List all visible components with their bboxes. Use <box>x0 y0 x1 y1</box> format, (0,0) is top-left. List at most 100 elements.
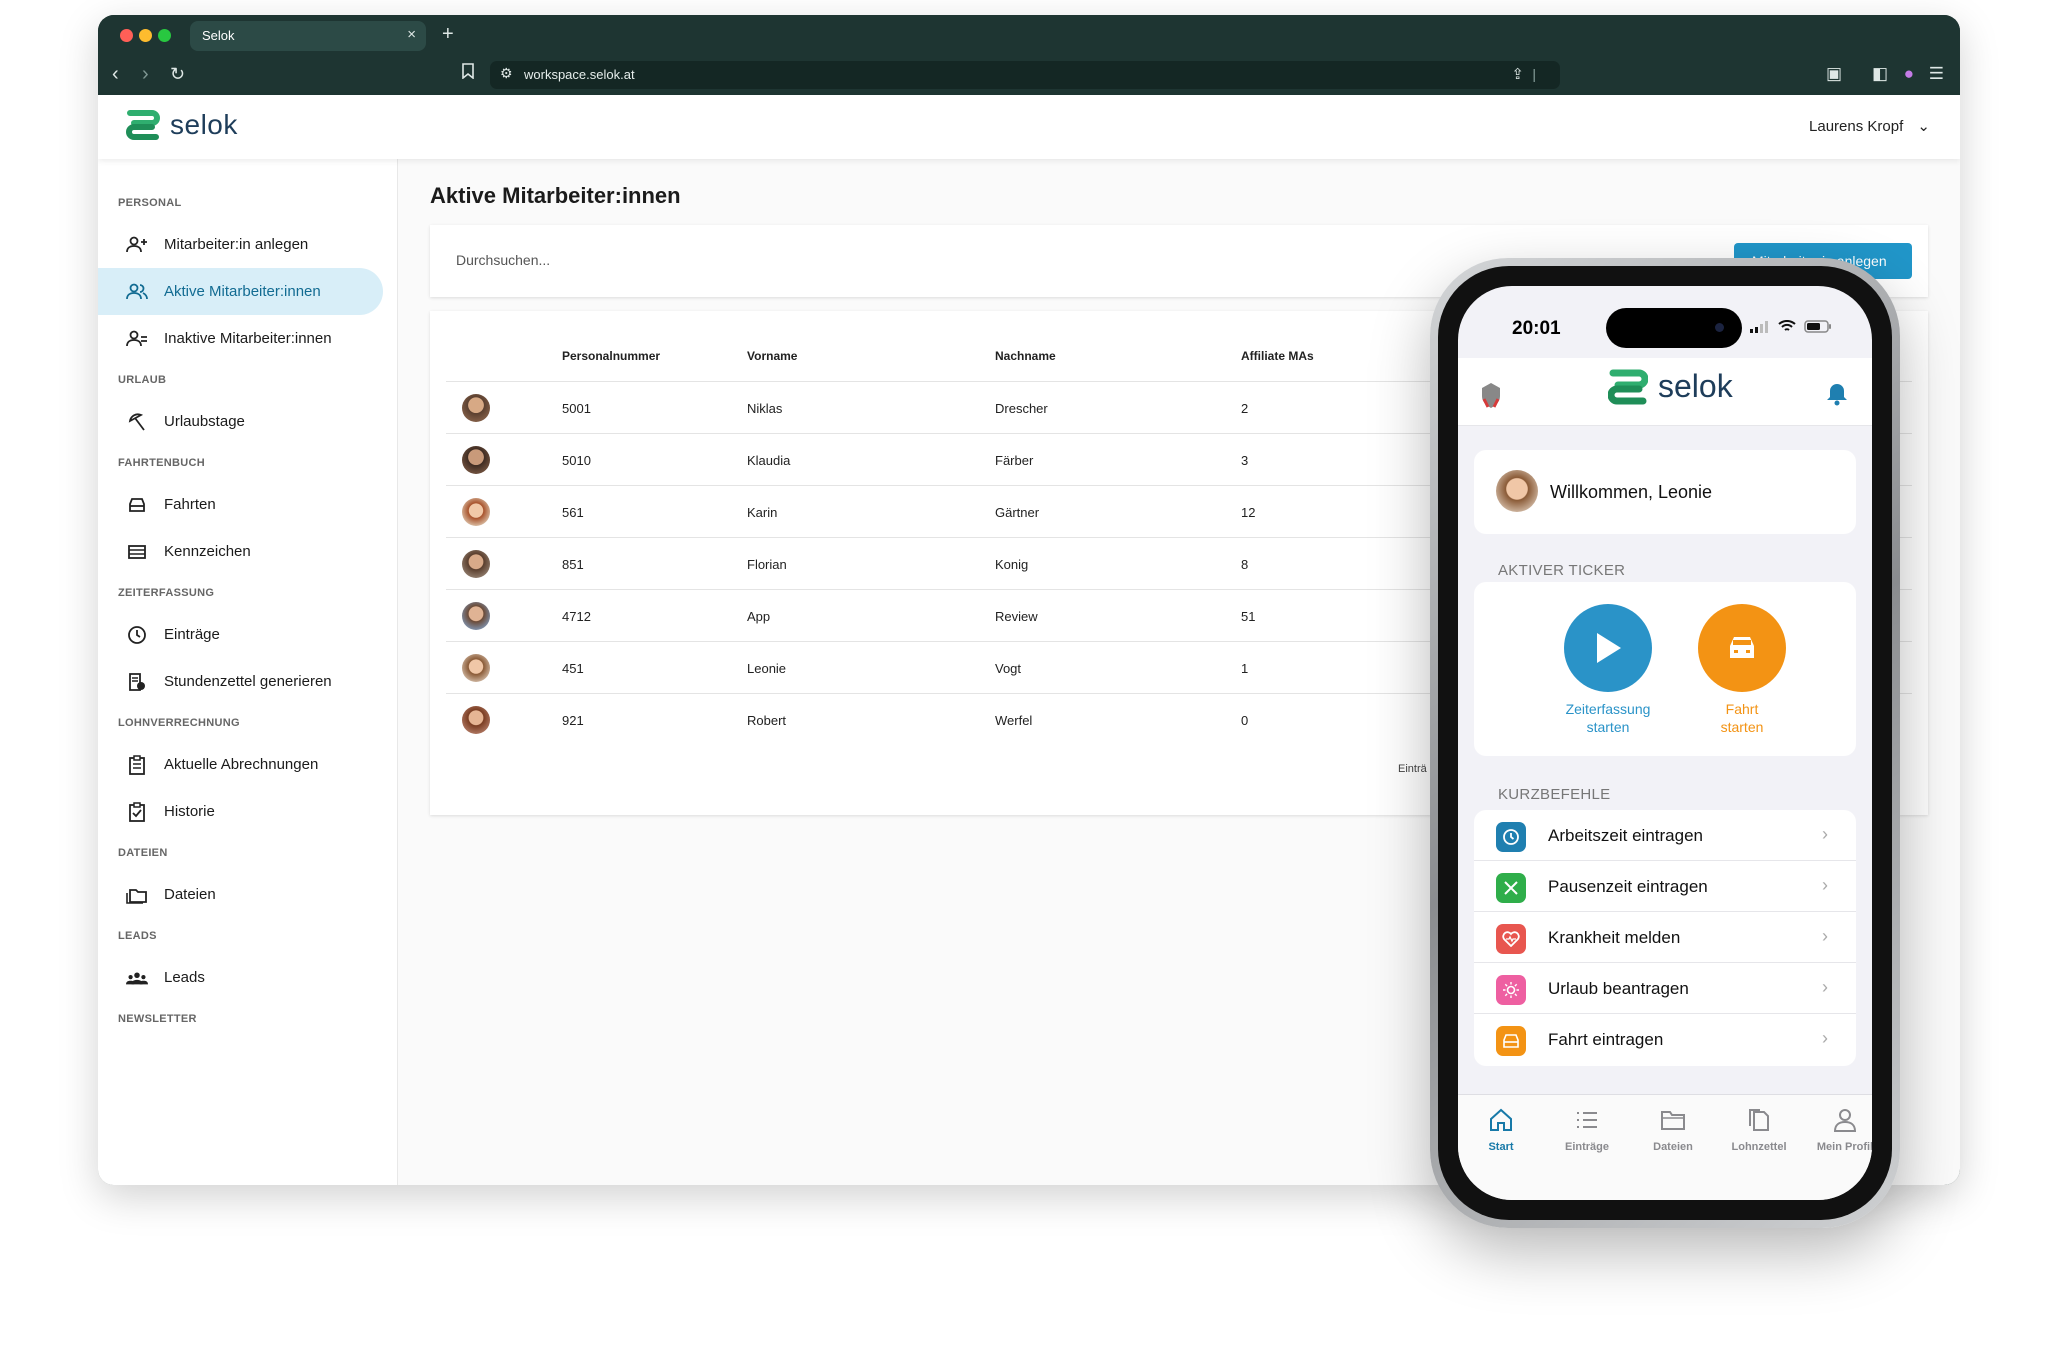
tab-eintraege[interactable]: Einträge <box>1544 1105 1630 1153</box>
browser-tab[interactable]: Selok × <box>190 21 426 51</box>
share-icon[interactable]: ⇪ <box>1511 65 1524 83</box>
column-header[interactable]: Vorname <box>747 349 797 363</box>
start-trip-button[interactable] <box>1698 604 1786 692</box>
chevron-right-icon: › <box>1822 875 1828 895</box>
clock-icon <box>1496 822 1526 852</box>
minimize-window-button[interactable] <box>139 29 152 42</box>
sidebar-item-leads[interactable]: Leads <box>98 954 383 1001</box>
shortcut-fahrt[interactable]: Fahrt eintragen › <box>1474 1014 1856 1065</box>
cell-nachname: Review <box>995 609 1038 624</box>
tab-dateien[interactable]: Dateien <box>1630 1105 1716 1153</box>
new-tab-button[interactable]: + <box>442 23 454 46</box>
sidebar-item-kennzeichen[interactable]: Kennzeichen <box>98 528 383 575</box>
sidebar-item-fahrten[interactable]: Fahrten <box>98 481 383 528</box>
tab-label: Einträge <box>1564 1141 1609 1153</box>
cell-affiliate: 51 <box>1241 609 1256 624</box>
cell-vorname: App <box>747 609 771 624</box>
sidebar-item-label: Urlaubstage <box>164 413 245 430</box>
cell-nachname: Werfel <box>995 713 1033 728</box>
phone-brand-logo: selok <box>1608 368 1733 405</box>
start-trip-label[interactable]: Fahrt starten <box>1682 700 1802 736</box>
label-line: starten <box>1586 719 1630 735</box>
sidebar-item-inaktive-mitarbeiter[interactable]: Inaktive Mitarbeiter:innen <box>98 315 383 362</box>
sidebar-item-urlaubstage[interactable]: Urlaubstage <box>98 398 383 445</box>
url-text: workspace.selok.at <box>524 67 635 82</box>
sidebar-toggle-icon[interactable]: ◧ <box>1872 64 1888 84</box>
shortcut-krankheit[interactable]: Krankheit melden › <box>1474 912 1856 963</box>
bookmark-icon[interactable] <box>462 63 474 84</box>
start-time-tracking-label[interactable]: Zeiterfassung starten <box>1548 700 1668 736</box>
cell-nachname: Drescher <box>995 401 1048 416</box>
shield-badge-icon[interactable] <box>1480 382 1502 415</box>
reload-icon[interactable]: ↻ <box>170 63 185 85</box>
cell-personalnummer: 851 <box>562 557 584 572</box>
car-icon <box>1496 1026 1526 1056</box>
start-time-tracking-button[interactable] <box>1564 604 1652 692</box>
sidebar-item-label: Fahrten <box>164 496 216 513</box>
address-bar[interactable]: ⚙ workspace.selok.at ⇪ | <box>462 61 1560 89</box>
site-settings-icon[interactable]: ⚙ <box>500 65 513 82</box>
avatar <box>462 550 490 578</box>
forward-icon[interactable]: › <box>142 63 149 85</box>
cutlery-icon <box>1496 873 1526 903</box>
maximize-window-button[interactable] <box>158 29 171 42</box>
shortcuts-card: Arbeitszeit eintragen › Pausenzeit eintr… <box>1474 810 1856 1066</box>
sidebar-section-title: LOHNVERRECHNUNG <box>118 717 240 729</box>
label-line: Zeiterfassung <box>1565 701 1651 717</box>
shortcut-urlaub[interactable]: Urlaub beantragen › <box>1474 963 1856 1014</box>
folder-icon <box>1630 1105 1716 1135</box>
chevron-right-icon: › <box>1822 1028 1828 1048</box>
sidebar-section-title: NEWSLETTER <box>118 1013 197 1025</box>
brand-logo[interactable]: selok <box>126 109 238 141</box>
avatar <box>462 446 490 474</box>
user-menu[interactable]: Laurens Kropf ⌄ <box>1809 117 1930 135</box>
page-title: Aktive Mitarbeiter:innen <box>430 183 681 208</box>
sidebar-item-label: Mitarbeiter:in anlegen <box>164 236 309 253</box>
back-icon[interactable]: ‹ <box>112 63 119 85</box>
column-header[interactable]: Nachname <box>995 349 1056 363</box>
column-header[interactable]: Personalnummer <box>562 349 660 363</box>
welcome-text: Willkommen, Leonie <box>1550 482 1713 502</box>
tab-label: Start <box>1488 1141 1514 1153</box>
sidebar-item-dateien[interactable]: Dateien <box>98 871 383 918</box>
bell-icon[interactable] <box>1826 382 1848 411</box>
tab-mein-profil[interactable]: Mein Profil <box>1802 1105 1872 1153</box>
cell-affiliate: 8 <box>1241 557 1249 572</box>
tab-start[interactable]: Start <box>1458 1105 1544 1153</box>
sidebar-item-stundenzettel[interactable]: Stundenzettel generieren <box>98 658 383 705</box>
phone-bezel: 20:01 selok Willkommen, Leonie AKTIVER T… <box>1438 266 1892 1220</box>
welcome-card: Willkommen, Leonie <box>1474 450 1856 534</box>
clipboard-check-icon <box>126 801 148 823</box>
reader-icon[interactable]: ▣ <box>1826 64 1842 84</box>
people-icon <box>126 281 148 303</box>
sidebar-item-historie[interactable]: Historie <box>98 788 383 835</box>
sidebar-section-title: DATEIEN <box>118 847 168 859</box>
sidebar-section-title: FAHRTENBUCH <box>118 457 206 469</box>
extension-icon[interactable]: ● <box>1904 64 1914 84</box>
tab-lohnzettel[interactable]: Lohnzettel <box>1716 1105 1802 1153</box>
sidebar-item-label: Aktuelle Abrechnungen <box>164 756 319 773</box>
selok-logo-icon <box>126 110 160 140</box>
folder-icon <box>126 884 148 906</box>
close-tab-icon[interactable]: × <box>407 26 416 43</box>
sidebar-item-mitarbeiter-anlegen[interactable]: Mitarbeiter:in anlegen <box>98 221 383 268</box>
avatar <box>462 706 490 734</box>
avatar <box>462 602 490 630</box>
sidebar-item-aktuelle-abrechnungen[interactable]: Aktuelle Abrechnungen <box>98 741 383 788</box>
sun-icon <box>1496 975 1526 1005</box>
sidebar-item-label: Dateien <box>164 886 216 903</box>
column-header[interactable]: Affiliate MAs <box>1241 349 1314 363</box>
shortcut-pausenzeit[interactable]: Pausenzeit eintragen › <box>1474 861 1856 912</box>
sidebar-item-label: Inaktive Mitarbeiter:innen <box>164 330 332 347</box>
pagination-label: Einträ <box>1398 763 1427 775</box>
close-window-button[interactable] <box>120 29 133 42</box>
menu-icon[interactable]: ☰ <box>1929 64 1944 84</box>
sidebar-item-eintraege[interactable]: Einträge <box>98 611 383 658</box>
car-icon <box>126 494 148 516</box>
sidebar-item-aktive-mitarbeiter[interactable]: Aktive Mitarbeiter:innen <box>98 268 383 315</box>
shortcut-arbeitszeit[interactable]: Arbeitszeit eintragen › <box>1474 810 1856 861</box>
cell-affiliate: 12 <box>1241 505 1256 520</box>
search-input[interactable]: Durchsuchen... <box>456 252 550 268</box>
chevron-down-icon: ⌄ <box>1917 118 1930 135</box>
sidebar-item-label: Stundenzettel generieren <box>164 673 332 690</box>
